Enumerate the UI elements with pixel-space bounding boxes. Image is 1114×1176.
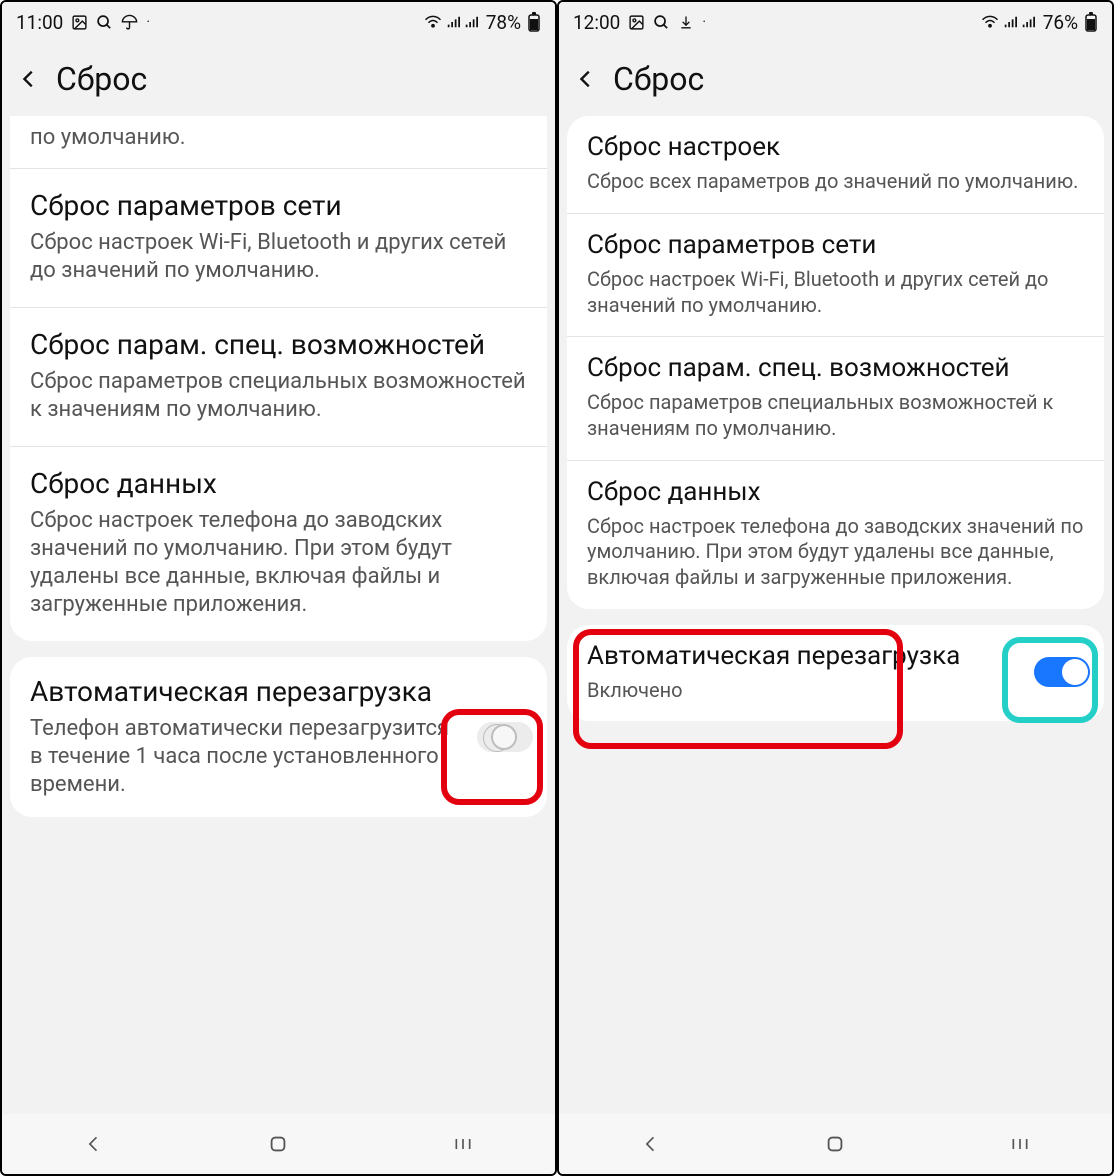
reset-settings-item[interactable]: Сброс настроек Сброс всех параметров до … [567,116,1104,214]
phone-screen-right: 12:00 · 76% Сброс Сброс настроек Сброс в… [557,0,1114,1176]
image-icon [71,14,88,31]
wifi-icon [981,15,999,29]
content[interactable]: Сброс настроек Сброс всех параметров до … [559,116,1112,1114]
umbrella-icon [121,14,138,31]
back-button[interactable] [569,62,603,96]
back-button[interactable] [12,62,46,96]
nav-bar [559,1114,1112,1174]
auto-restart-card: Автоматическая перезагрузка Телефон авто… [10,657,547,817]
status-more-dot: · [702,14,706,30]
item-title: Сброс парам. спец. возможностей [30,328,527,362]
settings-card-1: Сброс настроек Сброс всех параметров до … [567,116,1104,609]
reset-data-item[interactable]: Сброс данных Сброс настроек телефона до … [10,447,547,641]
image-icon [628,14,645,31]
status-left: 11:00 · [16,11,150,34]
item-desc: Сброс параметров специальных возможносте… [30,368,527,424]
reset-network-item[interactable]: Сброс параметров сети Сброс настроек Wi-… [567,214,1104,337]
nav-home-button[interactable] [258,1124,298,1164]
signal-icon-1 [1003,15,1017,29]
signal-icon-2 [1021,15,1035,29]
nav-back-button[interactable] [631,1124,671,1164]
nav-back-button[interactable] [74,1124,114,1164]
status-left: 12:00 · [573,11,706,34]
fragment-item[interactable]: по умолчанию. [10,116,547,169]
auto-restart-title: Автоматическая перезагрузка [587,641,1022,672]
battery-percent: 78% [486,11,521,34]
signal-icon-2 [464,15,478,29]
status-time: 12:00 [573,11,620,34]
auto-restart-row[interactable]: Автоматическая перезагрузка Включено [567,625,1104,722]
item-desc: Сброс всех параметров до значений по умо… [587,169,1084,195]
search-icon [653,14,670,31]
status-more-dot: · [146,14,150,30]
reset-accessibility-item[interactable]: Сброс парам. спец. возможностей Сброс па… [10,308,547,447]
phone-screen-left: 11:00 · 78% Сброс по умолчанию. Сброс па… [0,0,557,1176]
page-title: Сброс [56,60,147,98]
nav-bar [2,1114,555,1174]
item-title: Сброс данных [30,467,527,501]
auto-restart-desc: Включено [587,678,1022,704]
battery-icon [527,12,541,32]
page-title: Сброс [613,60,704,98]
item-title: Сброс настроек [587,132,1084,163]
auto-restart-toggle[interactable] [477,722,533,752]
auto-restart-row[interactable]: Автоматическая перезагрузка Телефон авто… [10,657,547,817]
status-right: 78% [424,11,541,34]
item-title: Сброс параметров сети [30,189,527,223]
auto-restart-title: Автоматическая перезагрузка [30,675,465,709]
item-title: Сброс параметров сети [587,230,1084,261]
page-header: Сброс [2,42,555,116]
fragment-text: по умолчанию. [30,124,527,152]
nav-recents-button[interactable] [1000,1124,1040,1164]
status-right: 76% [981,11,1098,34]
item-desc: Сброс настроек телефона до заводских зна… [30,507,527,620]
status-time: 11:00 [16,11,63,34]
settings-card-1: по умолчанию. Сброс параметров сети Сбро… [10,116,547,641]
item-desc: Сброс настроек Wi-Fi, Bluetooth и других… [587,267,1084,318]
item-desc: Сброс настроек Wi-Fi, Bluetooth и других… [30,229,527,285]
reset-accessibility-item[interactable]: Сброс парам. спец. возможностей Сброс па… [567,337,1104,460]
content[interactable]: по умолчанию. Сброс параметров сети Сбро… [2,116,555,1114]
auto-restart-card: Автоматическая перезагрузка Включено [567,625,1104,722]
auto-restart-toggle[interactable] [1034,657,1090,687]
status-bar: 12:00 · 76% [559,2,1112,42]
nav-recents-button[interactable] [443,1124,483,1164]
item-title: Сброс парам. спец. возможностей [587,353,1084,384]
reset-network-item[interactable]: Сброс параметров сети Сброс настроек Wi-… [10,169,547,308]
page-header: Сброс [559,42,1112,116]
item-title: Сброс данных [587,477,1084,508]
reset-data-item[interactable]: Сброс данных Сброс настроек телефона до … [567,461,1104,609]
nav-home-button[interactable] [815,1124,855,1164]
signal-icon-1 [446,15,460,29]
item-desc: Сброс параметров специальных возможносте… [587,390,1084,441]
item-desc: Сброс настроек телефона до заводских зна… [587,514,1084,591]
search-icon [96,14,113,31]
download-icon [678,14,694,31]
auto-restart-desc: Телефон автоматически перезагрузится в т… [30,715,465,799]
wifi-icon [424,15,442,29]
battery-percent: 76% [1043,11,1078,34]
battery-icon [1084,12,1098,32]
status-bar: 11:00 · 78% [2,2,555,42]
